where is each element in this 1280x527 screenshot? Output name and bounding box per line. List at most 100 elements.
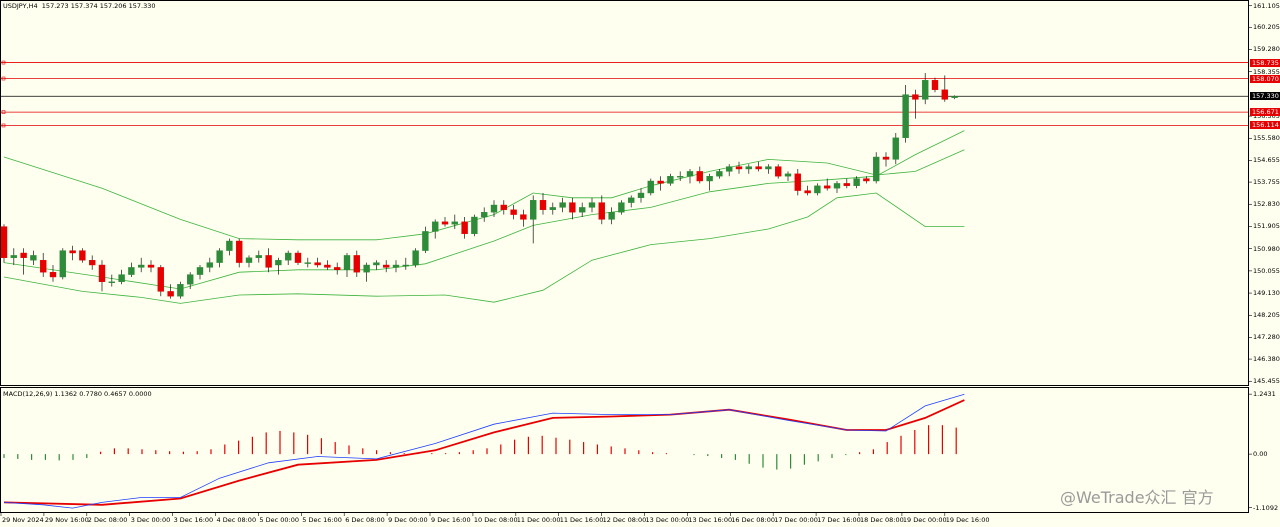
candle-body xyxy=(40,260,47,273)
candle-body xyxy=(314,262,321,266)
candle xyxy=(794,169,801,196)
price-level-tag: 156.671 xyxy=(1250,108,1280,117)
candle-body xyxy=(510,209,517,215)
candle-body xyxy=(775,166,782,177)
price-tick-label: 161.105 xyxy=(1253,1,1280,10)
candle xyxy=(510,205,517,220)
macd-header: MACD(12,26,9) 1.1362 0.7780 0.4657 0.000… xyxy=(3,390,152,398)
time-tick-label: 4 Dec 08:00 xyxy=(216,516,257,524)
candle-body xyxy=(677,175,684,178)
macd-tick-label: -1.1092 xyxy=(1253,503,1279,512)
time-tick-label: 17 Dec 16:00 xyxy=(817,516,861,524)
candle-body xyxy=(637,192,645,199)
macd-tick-label: 1.2431 xyxy=(1253,390,1276,399)
candle xyxy=(245,255,253,268)
price-tick-label: 151.905 xyxy=(1253,222,1280,231)
candle xyxy=(157,265,165,297)
candle-body xyxy=(20,252,27,259)
candle xyxy=(598,195,605,225)
time-tick-label: 11 Dec 00:00 xyxy=(516,516,561,524)
candle xyxy=(353,250,360,277)
candle-body xyxy=(588,202,596,208)
price-tick-label: 149.130 xyxy=(1253,289,1280,298)
candle xyxy=(755,161,762,172)
candle xyxy=(588,197,596,213)
candle-body xyxy=(902,94,909,138)
candle xyxy=(30,250,37,265)
candle xyxy=(167,284,174,299)
candle-body xyxy=(481,211,488,218)
time-tick-label: 29 Nov 16:00 xyxy=(44,516,89,524)
time-tick-label: 12 Dec 08:00 xyxy=(602,516,647,524)
candle xyxy=(569,197,576,220)
candle-body xyxy=(500,204,507,211)
candle xyxy=(10,248,18,265)
macd-main-line xyxy=(3,393,965,509)
time-tick-label: 2 Dec 08:00 xyxy=(87,516,128,524)
candle xyxy=(137,257,145,273)
candle xyxy=(931,77,939,93)
time-tick-label: 19 Dec 16:00 xyxy=(945,516,990,524)
candle-body xyxy=(353,255,360,273)
chart-window: { "header": { "symbol": "USDJPY,H4", "oh… xyxy=(0,0,1280,527)
candle-body xyxy=(882,156,890,160)
candle xyxy=(775,164,782,179)
candle xyxy=(735,161,743,174)
candle-body xyxy=(275,260,282,266)
candle xyxy=(520,209,527,227)
candle xyxy=(618,200,625,215)
time-tick-label: 13 Dec 00:00 xyxy=(645,516,690,524)
candle-body xyxy=(285,252,292,261)
candle-body xyxy=(618,202,625,213)
candle-body xyxy=(441,221,449,225)
candle-body xyxy=(304,262,311,264)
price-level-tag: 157.330 xyxy=(1250,92,1280,101)
candle xyxy=(539,193,547,215)
candle-body xyxy=(941,89,948,100)
candle-body xyxy=(69,250,76,254)
candle-body xyxy=(451,221,458,225)
candle xyxy=(69,245,76,261)
candle xyxy=(481,207,488,222)
time-tick-label: 10 Dec 08:00 xyxy=(473,516,518,524)
candle xyxy=(833,181,841,193)
candle xyxy=(882,152,890,167)
candle xyxy=(657,176,664,191)
candle xyxy=(314,257,321,268)
candle-body xyxy=(843,183,850,186)
candle xyxy=(579,202,586,217)
candle-body xyxy=(343,255,351,270)
candle xyxy=(196,265,204,280)
candle xyxy=(716,169,723,179)
candle xyxy=(500,200,507,215)
candle-body xyxy=(118,274,125,283)
candle-body xyxy=(549,207,556,210)
candle-body xyxy=(490,204,498,213)
candle-body xyxy=(539,199,547,210)
candle xyxy=(40,253,47,277)
candle-body xyxy=(569,202,576,213)
time-tick-label: 29 Nov 2024 xyxy=(2,516,44,524)
macd-tick-label: 0.00 xyxy=(1253,450,1268,459)
candle-body xyxy=(765,166,772,170)
candle-body xyxy=(892,137,899,160)
candle-body xyxy=(598,202,605,220)
price-tick-label: 145.455 xyxy=(1253,377,1280,386)
candle-body xyxy=(255,255,263,258)
candle xyxy=(0,224,8,263)
price-tick-label: 159.280 xyxy=(1253,45,1280,54)
candle xyxy=(941,75,948,102)
candle-body xyxy=(657,180,664,184)
candle xyxy=(255,250,263,263)
candle-body xyxy=(461,221,468,235)
candle-body xyxy=(931,79,939,90)
candle-body xyxy=(647,180,654,194)
candle-body xyxy=(412,250,419,266)
time-tick-label: 3 Dec 00:00 xyxy=(130,516,171,524)
candle-body xyxy=(98,264,106,282)
candle xyxy=(647,178,654,196)
price-tick-label: 155.580 xyxy=(1253,134,1280,143)
candle-body xyxy=(363,264,370,273)
candle xyxy=(147,260,155,273)
candle-body xyxy=(206,262,214,268)
